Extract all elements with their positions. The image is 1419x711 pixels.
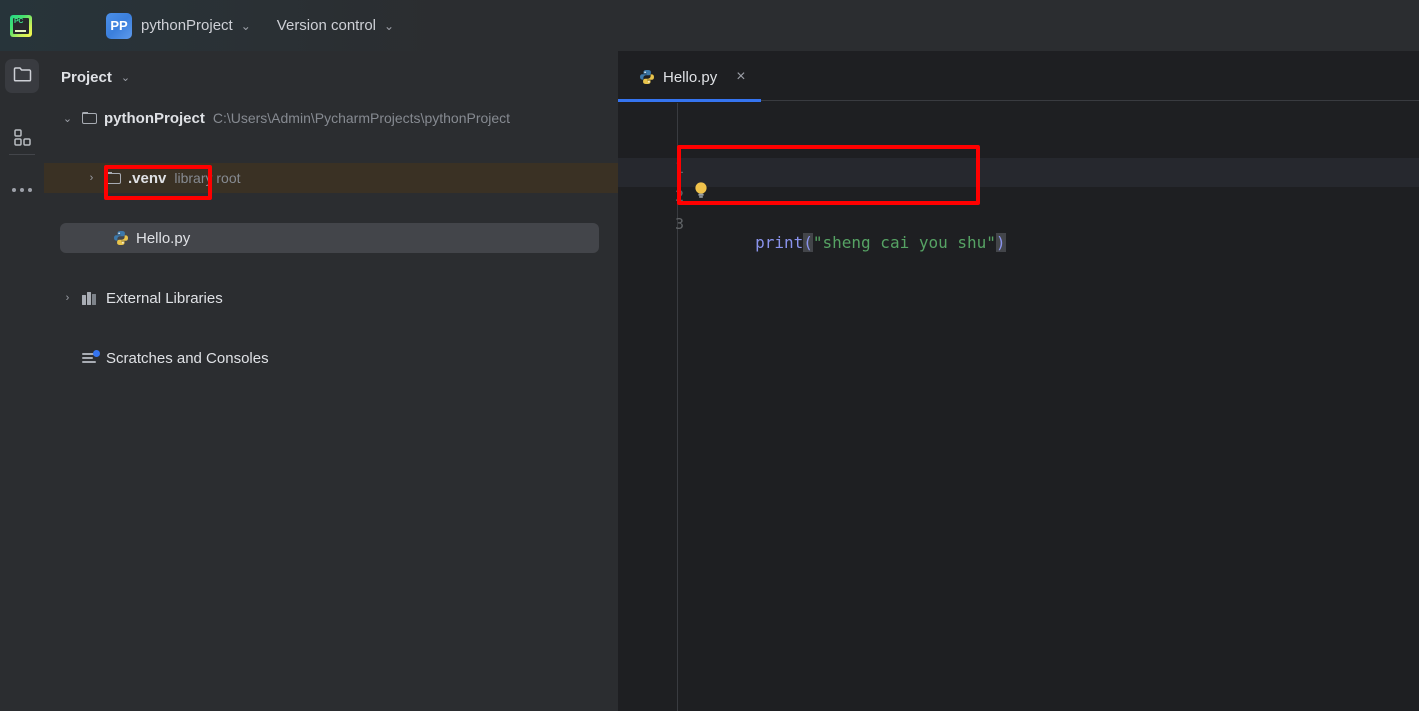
four-squares-icon	[13, 129, 31, 151]
chevron-down-icon: ⌄	[384, 18, 395, 33]
close-icon[interactable]: ×	[736, 69, 745, 85]
tree-item-venv[interactable]: › .venv library root	[44, 163, 618, 193]
pycharm-window: PP pythonProject ⌄ Version control ⌄	[0, 0, 1419, 711]
project-panel-title: Project	[61, 68, 112, 86]
title-bar: PP pythonProject ⌄ Version control ⌄	[0, 0, 1419, 51]
tree-item-pythonproject[interactable]: ⌄ pythonProject C:\Users\Admin\PycharmPr…	[44, 103, 618, 133]
folder-icon	[13, 66, 32, 87]
tree-item-label: External Libraries	[106, 289, 223, 307]
tree-item-label: pythonProject	[104, 109, 205, 127]
folder-icon	[106, 172, 121, 184]
tab-hello-py[interactable]: Hello.py ×	[618, 51, 746, 103]
code-editor[interactable]: 1 2 3 print("sheng cai you shu")	[618, 103, 1419, 711]
tree-item-label: .venv	[128, 169, 167, 187]
code-token-open-paren: (	[803, 233, 813, 252]
sidebar-item-more[interactable]	[5, 173, 39, 207]
version-control-widget[interactable]: Version control ⌄	[251, 17, 394, 34]
line-number: 2	[674, 187, 684, 205]
project-widget[interactable]: PP pythonProject ⌄	[80, 12, 251, 39]
code-token-string: "sheng cai you shu"	[812, 233, 996, 252]
chevron-right-icon[interactable]: ›	[85, 172, 98, 184]
chevron-down-icon: ⌄	[240, 18, 251, 33]
tree-item-library-root-tag: library root	[174, 170, 241, 186]
code-token-function: print	[755, 233, 804, 252]
tab-label: Hello.py	[663, 68, 718, 86]
ellipsis-icon	[12, 188, 32, 192]
folder-icon	[82, 112, 97, 124]
tree-item-label: Hello.py	[136, 229, 191, 247]
tree-item-scratches-and-consoles[interactable]: Scratches and Consoles	[44, 343, 618, 373]
pycharm-logo-icon[interactable]	[0, 14, 32, 37]
python-file-icon	[639, 69, 655, 85]
line-number: 1	[674, 159, 684, 177]
project-tool-window: Project ⌄ ⌄ pythonProject C:\Users\Admin…	[44, 51, 618, 711]
chevron-down-icon: ⌄	[120, 71, 131, 84]
project-panel-header: Project ⌄	[44, 51, 618, 103]
hamburger-menu-icon[interactable]	[58, 18, 80, 34]
editor-tab-bar: Hello.py ×	[618, 51, 1419, 103]
tree-item-path: C:\Users\Admin\PycharmProjects\pythonPro…	[212, 110, 511, 126]
lightbulb-icon[interactable]	[694, 182, 708, 199]
code-line-3[interactable]: print("sheng cai you shu")	[678, 214, 1006, 271]
chevron-down-icon[interactable]: ⌄	[61, 112, 74, 125]
project-tree: ⌄ pythonProject C:\Users\Admin\PycharmPr…	[44, 103, 618, 367]
left-tool-rail	[0, 51, 44, 711]
tab-bar-divider	[761, 100, 1419, 101]
tree-item-hello-py[interactable]: Hello.py	[44, 223, 618, 253]
chevron-right-icon[interactable]: ›	[61, 292, 74, 304]
scratches-icon	[82, 350, 100, 365]
tree-item-external-libraries[interactable]: › External Libraries	[44, 283, 618, 313]
current-line-highlight	[618, 158, 1419, 187]
project-name-label: pythonProject	[141, 17, 233, 34]
sidebar-item-project[interactable]	[5, 59, 39, 93]
editor-area: Hello.py × 1 2 3 print("sheng cai you sh…	[618, 51, 1419, 711]
library-icon	[82, 291, 98, 305]
tree-item-label: Scratches and Consoles	[106, 349, 269, 367]
tab-active-underline	[618, 99, 761, 102]
python-file-icon	[113, 230, 129, 246]
code-token-close-paren: )	[995, 233, 1006, 252]
project-badge: PP	[106, 12, 132, 39]
version-control-label: Version control	[276, 17, 377, 34]
sidebar-item-structure[interactable]	[5, 123, 39, 157]
